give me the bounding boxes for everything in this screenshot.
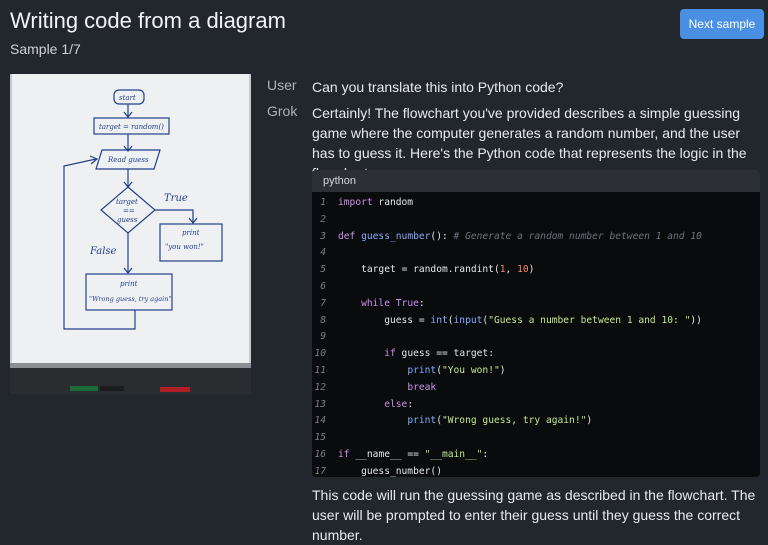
whiteboard-print-false-2: "Wrong guess, try again"	[89, 295, 171, 303]
code-line: 11 print("You won!")	[312, 363, 760, 380]
code-token: else	[384, 398, 408, 410]
code-language-label: python	[312, 170, 760, 192]
code-token: :	[407, 398, 414, 410]
code-token: "Guess a number between 1 and 10: "	[488, 314, 691, 326]
line-number: 10	[314, 348, 326, 360]
line-number: 5	[320, 264, 326, 276]
code-token: True	[395, 297, 419, 309]
whiteboard-print-true-1: print	[182, 229, 200, 237]
code-line: 10 if guess == target:	[312, 346, 760, 363]
line-number: 9	[320, 331, 326, 343]
code-line: 1 import random	[312, 195, 760, 212]
code-token: break	[407, 381, 437, 393]
code-line: 5 target = random.randint(1, 10)	[312, 262, 760, 279]
whiteboard-assign-text: target = random()	[99, 123, 164, 131]
code-token: ,	[505, 264, 518, 276]
code-token: print	[407, 415, 437, 427]
whiteboard-read-text: Read guess	[107, 156, 149, 164]
code-token: )	[499, 364, 506, 376]
code-token: "Wrong guess, try again!"	[441, 415, 587, 427]
whiteboard-decision-1: target	[116, 198, 138, 206]
line-number: 2	[320, 213, 326, 225]
code-token: :	[482, 448, 489, 460]
whiteboard-false-label: False	[89, 246, 117, 257]
code-token: )	[586, 415, 593, 427]
line-number: 3	[320, 230, 326, 242]
code-line: 9	[312, 329, 760, 346]
user-message: Can you translate this into Python code?	[312, 79, 564, 95]
code-token: random	[372, 197, 414, 208]
code-line: 15	[312, 430, 760, 447]
code-line: 4	[312, 245, 760, 262]
line-number: 14	[314, 415, 326, 427]
assistant-outro: This code will run the guessing game as …	[312, 487, 756, 543]
code-token: 10	[517, 264, 529, 276]
user-role-label: User	[267, 77, 297, 93]
code-body: 1 import random 2 3 def guess_number(): # Ge…	[312, 192, 760, 477]
code-line: 6	[312, 279, 760, 296]
whiteboard-true-label: True	[164, 193, 188, 204]
line-number: 15	[314, 432, 326, 444]
code-token: "You won!"	[441, 364, 500, 376]
code-token: print	[407, 364, 437, 376]
line-number: 13	[314, 398, 326, 410]
sample-counter: Sample 1/7	[10, 41, 81, 57]
code-line: 16 if __name__ == "__main__":	[312, 447, 760, 464]
code-token: guess =	[338, 314, 431, 326]
code-token: "__main__"	[424, 448, 483, 460]
code-token: int	[430, 314, 448, 326]
assistant-role-label: Grok	[267, 103, 298, 119]
page-title: Writing code from a diagram	[10, 8, 286, 33]
code-line: 17 guess_number()	[312, 464, 760, 477]
code-token: def	[338, 230, 356, 242]
code-block: python 1 import random 2 3 def guess_number(…	[312, 170, 760, 477]
code-token: __name__ ==	[349, 448, 425, 460]
code-token: ():	[430, 230, 454, 242]
line-number: 8	[320, 314, 326, 326]
code-line: 13 else:	[312, 397, 760, 414]
code-line: 14 print("Wrong guess, try again!")	[312, 413, 760, 430]
code-token: guess == target:	[395, 348, 494, 360]
whiteboard-decision-3: guess	[117, 216, 138, 224]
line-number: 7	[320, 297, 326, 309]
code-token: )	[528, 264, 535, 276]
whiteboard-decision-2: ==	[123, 207, 135, 215]
line-number: 12	[314, 381, 326, 393]
whiteboard-print-false-1: print	[120, 280, 138, 288]
code-token: guess_number	[361, 230, 431, 242]
code-line: 3 def guess_number(): # Generate a random…	[312, 229, 760, 246]
code-token: :	[418, 297, 425, 309]
code-line: 7 while True:	[312, 296, 760, 313]
line-number: 11	[314, 364, 326, 376]
code-line: 8 guess = int(input("Guess a number betw…	[312, 313, 760, 330]
flowchart-photo: start target = random() Read guess targe…	[10, 74, 251, 394]
whiteboard-print-true-2: "you won!"	[165, 243, 204, 251]
line-number: 17	[314, 465, 326, 477]
next-sample-button[interactable]: Next sample	[680, 9, 764, 39]
code-token: input	[453, 314, 483, 326]
line-number: 1	[320, 197, 326, 208]
code-token: if	[384, 348, 396, 360]
whiteboard-start-text: start	[119, 94, 136, 102]
line-number: 16	[314, 448, 326, 460]
code-token: if	[338, 448, 350, 460]
code-token: guess_number()	[338, 465, 442, 477]
code-token: ))	[690, 314, 702, 326]
code-line: 2	[312, 212, 760, 229]
line-number: 4	[320, 247, 326, 259]
code-token: # Generate a random number between 1 and…	[453, 230, 702, 242]
code-line: 12 break	[312, 380, 760, 397]
code-token: target = random.randint(	[338, 264, 500, 276]
code-token: while	[361, 297, 390, 309]
line-number: 6	[320, 280, 326, 292]
code-token: import	[338, 197, 373, 208]
